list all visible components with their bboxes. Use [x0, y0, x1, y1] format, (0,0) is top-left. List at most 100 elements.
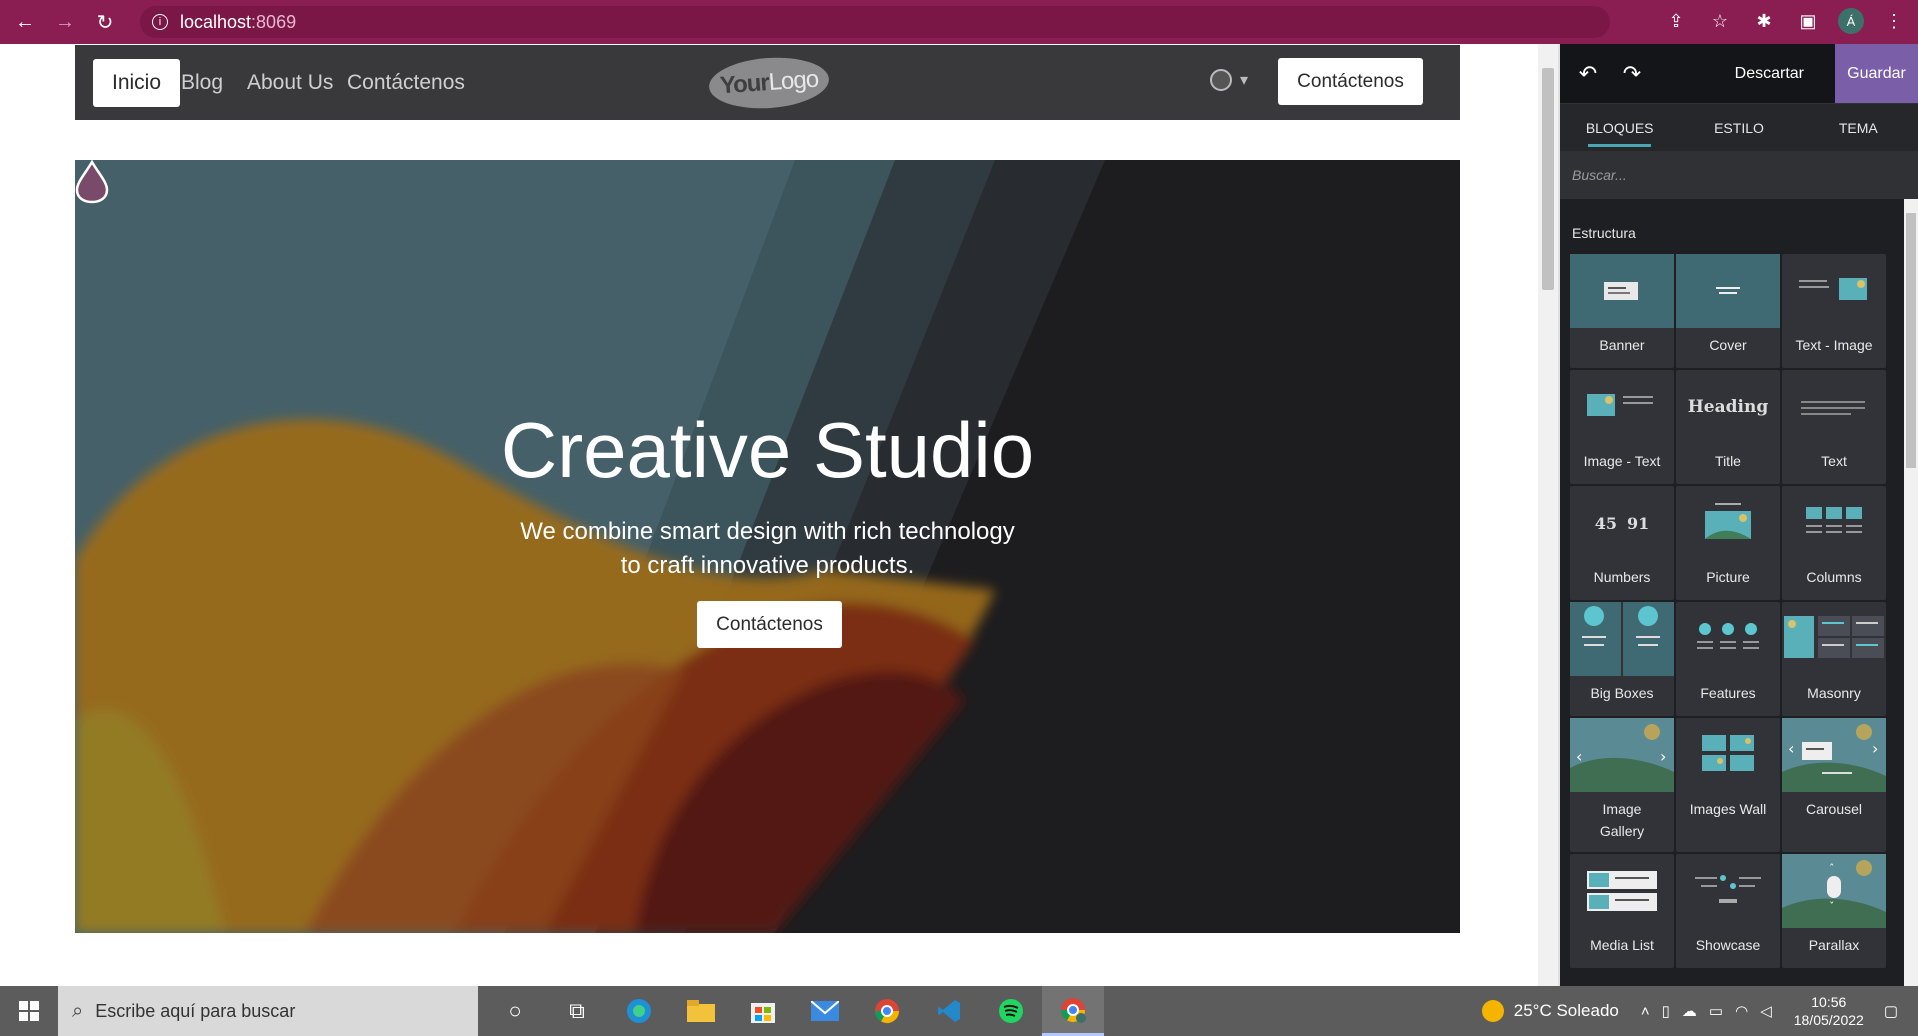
blocks-search-input[interactable] [1572, 167, 1872, 183]
browser-menu-icon[interactable]: ⋮ [1880, 7, 1908, 35]
menu-item-contactenos[interactable]: Contáctenos [328, 59, 484, 107]
site-info-icon[interactable]: i [152, 14, 168, 30]
volume-icon[interactable]: ◁ [1760, 1002, 1772, 1020]
store-icon[interactable] [732, 986, 794, 1036]
user-avatar-icon [1210, 69, 1232, 91]
block-label: Text [1821, 453, 1847, 469]
chrome-profile-icon[interactable] [1042, 986, 1104, 1036]
clock-date: 18/05/2022 [1793, 1012, 1864, 1028]
block-label: Masonry [1807, 685, 1861, 701]
block-label: Features [1700, 685, 1756, 701]
reload-icon[interactable]: ↻ [90, 7, 120, 37]
block-label: Showcase [1695, 937, 1761, 953]
windows-taskbar: ⌕ Escribe aquí para buscar ○ ⧉ 25°C Sole… [0, 986, 1918, 1036]
page-scrollbar[interactable] [1538, 44, 1558, 986]
block-label: Picture [1706, 569, 1750, 585]
blocks-grid: Banner Cover Text - Image Image - Text H… [1570, 254, 1886, 968]
address-bar[interactable]: i localhost:8069 [140, 6, 1610, 38]
block-text[interactable]: Text [1782, 370, 1886, 484]
notifications-icon[interactable]: ▢ [1884, 1002, 1898, 1020]
block-picture[interactable]: Picture [1676, 486, 1780, 600]
bookmark-star-icon[interactable]: ☆ [1706, 7, 1734, 35]
side-panel-icon[interactable]: ▣ [1794, 7, 1822, 35]
block-showcase[interactable]: Showcase [1676, 854, 1780, 968]
block-image-text[interactable]: Image - Text [1570, 370, 1674, 484]
panel-scrollbar[interactable] [1904, 199, 1918, 986]
task-view-icon[interactable]: ⧉ [546, 986, 608, 1036]
cover-thumb [1676, 254, 1780, 328]
url-port: :8069 [251, 11, 297, 32]
panel-scrollbar-thumb[interactable] [1906, 213, 1916, 468]
tab-estilo[interactable]: ESTILO [1679, 104, 1798, 151]
hero-contact-button[interactable]: Contáctenos [697, 601, 842, 648]
undo-icon[interactable]: ↶ [1572, 58, 1604, 90]
hero-subtitle-line1: We combine smart design with rich techno… [520, 518, 1015, 545]
block-numbers[interactable]: 45 91 Numbers [1570, 486, 1674, 600]
block-text-image[interactable]: Text - Image [1782, 254, 1886, 368]
onedrive-cloud-icon[interactable]: ☁ [1682, 1002, 1697, 1020]
tab-bloques[interactable]: BLOQUES [1560, 104, 1679, 151]
cortana-icon[interactable]: ○ [484, 986, 546, 1036]
file-explorer-icon[interactable] [670, 986, 732, 1036]
block-label: Big Boxes [1590, 685, 1654, 701]
redo-icon[interactable]: ↷ [1616, 58, 1648, 90]
extensions-puzzle-icon[interactable]: ✱ [1750, 7, 1778, 35]
back-arrow-icon[interactable]: ← [10, 7, 40, 37]
chrome-icon[interactable] [856, 986, 918, 1036]
svg-text:›: › [1660, 747, 1666, 766]
block-carousel[interactable]: ‹ › Carousel [1782, 718, 1886, 852]
block-features[interactable]: Features [1676, 602, 1780, 716]
block-columns[interactable]: Columns [1782, 486, 1886, 600]
profile-avatar[interactable]: Á [1838, 8, 1864, 34]
mail-icon[interactable] [794, 986, 856, 1036]
edge-icon[interactable] [608, 986, 670, 1036]
showcase-thumb [1676, 854, 1780, 928]
block-label: Numbers [1593, 569, 1651, 585]
block-title[interactable]: Heading Title [1676, 370, 1780, 484]
masonry-thumb [1782, 602, 1886, 676]
device-icon[interactable]: ▯ [1662, 1002, 1670, 1020]
page-scrollbar-thumb[interactable] [1542, 68, 1554, 290]
hero-cover[interactable]: Creative Studio We combine smart design … [75, 160, 1460, 933]
block-banner[interactable]: Banner [1570, 254, 1674, 368]
vscode-icon[interactable] [918, 986, 980, 1036]
block-masonry[interactable]: Masonry [1782, 602, 1886, 716]
block-images-wall[interactable]: Images Wall [1676, 718, 1780, 852]
numbers-thumb-value-1: 45 [1594, 513, 1617, 533]
section-title-estructura: Estructura [1572, 225, 1636, 241]
block-label: Parallax [1808, 937, 1860, 953]
editor-tabs: BLOQUES ESTILO TEMA [1560, 103, 1918, 151]
block-parallax[interactable]: ˆˇ Parallax [1782, 854, 1886, 968]
images-wall-thumb [1676, 718, 1780, 792]
spotify-icon[interactable] [980, 986, 1042, 1036]
block-big-boxes[interactable]: Big Boxes [1570, 602, 1674, 716]
image-text-thumb [1570, 370, 1674, 444]
wifi-icon[interactable]: ◠ [1735, 1002, 1748, 1020]
clock[interactable]: 10:56 18/05/2022 [1794, 993, 1864, 1029]
save-button[interactable]: Guardar [1835, 44, 1918, 103]
weather-sun-icon[interactable] [1481, 1000, 1504, 1022]
hero-title: Creative Studio [500, 406, 1035, 494]
svg-text:‹: ‹ [1576, 747, 1582, 766]
share-icon[interactable]: ⇪ [1662, 7, 1690, 35]
banner-thumb [1570, 254, 1674, 328]
header-contact-button[interactable]: Contáctenos [1278, 58, 1423, 105]
site-logo[interactable]: Your Logo [707, 53, 831, 113]
browser-toolbar: ← → ↻ i localhost:8069 ⇪ ☆ ✱ ▣ Á ⋮ [0, 0, 1918, 44]
chevron-up-icon[interactable]: ˄ [1641, 1003, 1650, 1020]
forward-arrow-icon[interactable]: → [50, 7, 80, 37]
svg-text:ˆ: ˆ [1829, 862, 1835, 875]
block-media-list[interactable]: Media List [1570, 854, 1674, 968]
weather-text[interactable]: 25°C Soleado [1514, 1001, 1619, 1021]
block-image-gallery[interactable]: ‹ › Image Gallery [1570, 718, 1674, 852]
hero-subtitle-line2: to craft innovative products. [620, 552, 915, 579]
caret-down-icon: ▾ [1240, 72, 1249, 89]
discard-button[interactable]: Descartar [1719, 44, 1820, 103]
windows-start-icon[interactable] [0, 986, 58, 1036]
battery-icon[interactable]: ▭ [1709, 1002, 1723, 1020]
taskbar-search[interactable]: ⌕ Escribe aquí para buscar [58, 986, 478, 1036]
user-dropdown[interactable]: ▾ [1210, 69, 1248, 91]
block-cover[interactable]: Cover [1676, 254, 1780, 368]
numbers-thumb-value-2: 91 [1627, 513, 1650, 533]
tab-tema[interactable]: TEMA [1799, 104, 1918, 151]
